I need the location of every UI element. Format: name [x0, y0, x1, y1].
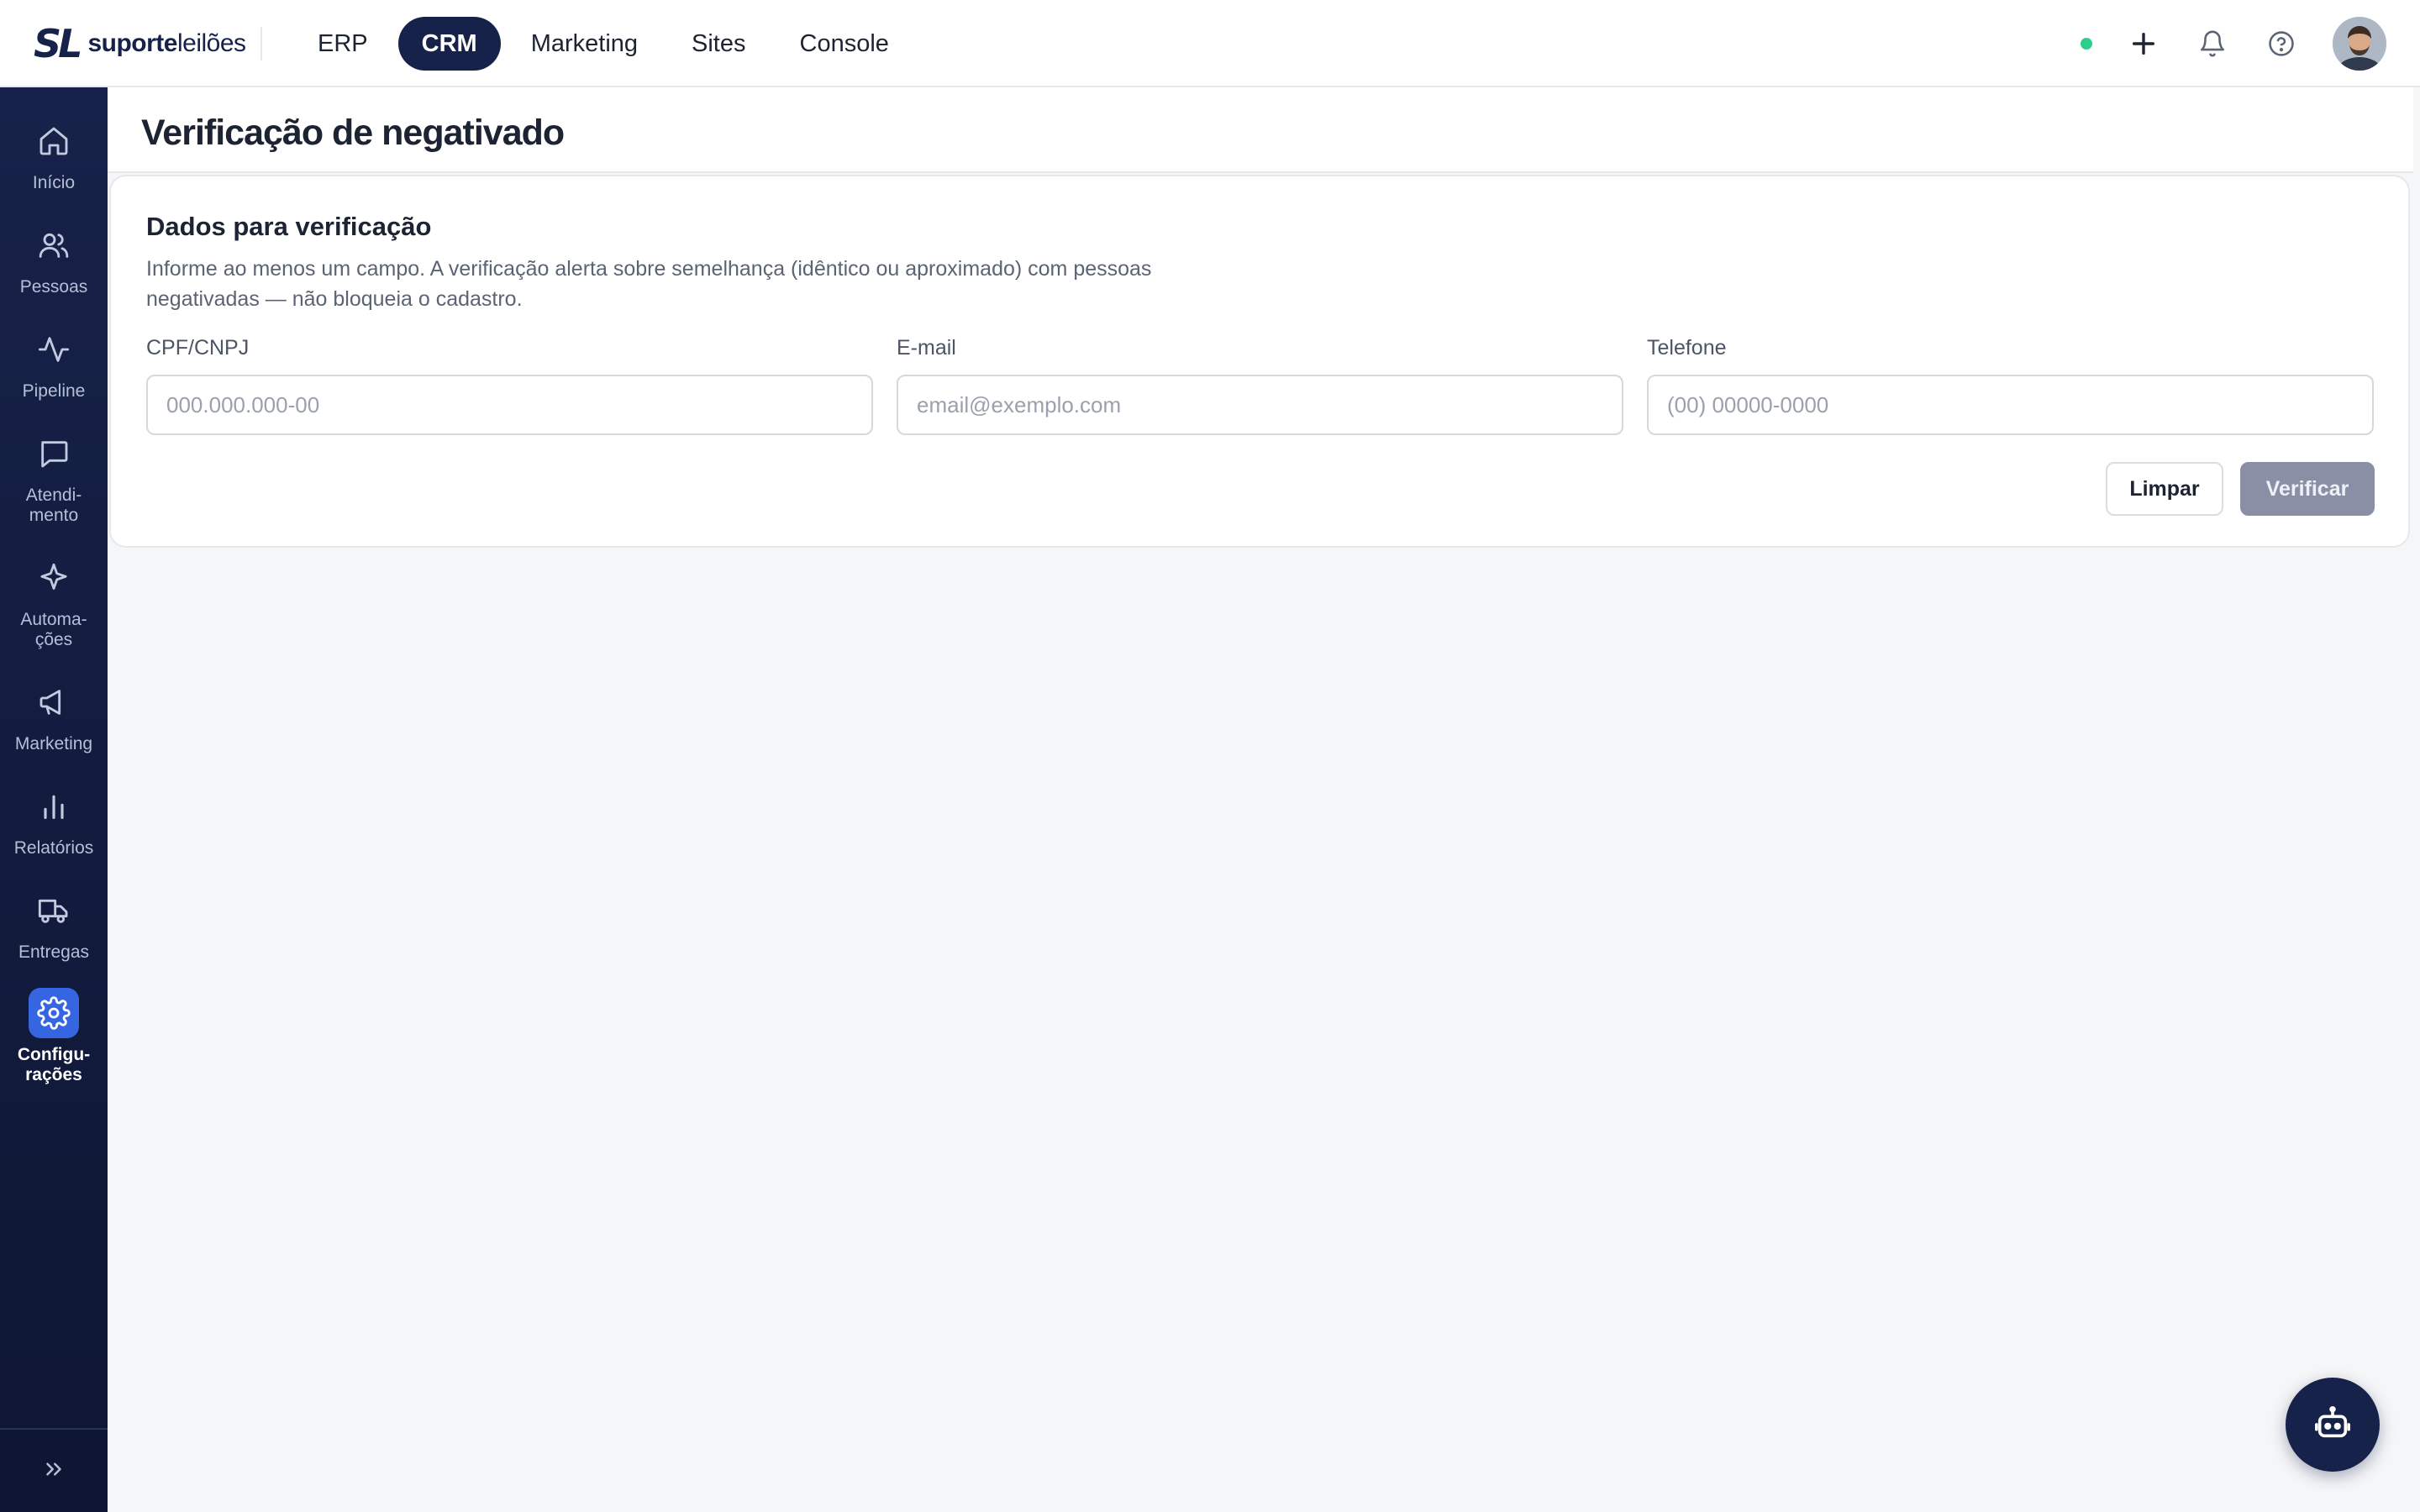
top-nav-marketing[interactable]: Marketing [508, 17, 661, 71]
avatar[interactable] [2333, 17, 2386, 71]
sidebar-label: Marketing [14, 734, 93, 753]
email-label: E-mail [897, 336, 956, 360]
chevrons-right-icon [41, 1457, 66, 1486]
phone-field: Telefone [1647, 336, 2374, 435]
top-nav-console[interactable]: Console [776, 17, 913, 71]
sparkle-icon [29, 553, 79, 603]
sidebar-label: Configu- rações [17, 1045, 91, 1084]
help-icon[interactable] [2264, 26, 2299, 61]
sidebar-item-pessoas[interactable]: Pessoas [0, 220, 108, 297]
card-description: Informe ao menos um campo. A verificação… [146, 257, 1152, 311]
home-icon [29, 116, 79, 166]
bar-chart-icon [29, 781, 79, 832]
sidebar-collapse-button[interactable] [0, 1428, 108, 1512]
phone-label: Telefone [1647, 336, 1727, 360]
page-header: Verificação de negativado [108, 87, 2413, 173]
sidebar-label: Entregas [18, 942, 90, 962]
sidebar-item-pipeline[interactable]: Pipeline [0, 324, 108, 402]
sidebar-item-entregas[interactable]: Entregas [0, 885, 108, 963]
card-title: Dados para verificação [146, 212, 432, 241]
top-divider [260, 27, 262, 60]
top-bar: SL suporteleilões ERP CRM Marketing Site… [0, 0, 2420, 87]
top-nav-sites[interactable]: Sites [668, 17, 769, 71]
brand-logo[interactable]: SL suporteleilões [34, 24, 246, 64]
brand-mark: SL [34, 21, 82, 66]
assistant-fab-button[interactable] [2286, 1378, 2380, 1472]
bell-icon[interactable] [2195, 26, 2230, 61]
top-nav-crm[interactable]: CRM [397, 17, 501, 71]
sidebar: Início Pessoas Pipeline Atendi- mento Au… [0, 87, 108, 1512]
clear-button[interactable]: Limpar [2106, 462, 2223, 516]
verify-button[interactable]: Verificar [2240, 462, 2375, 516]
message-icon [29, 428, 79, 479]
sidebar-item-atendimento[interactable]: Atendi- mento [0, 428, 108, 526]
plus-icon[interactable] [2126, 26, 2161, 61]
sidebar-item-configuracoes[interactable]: Configu- rações [0, 988, 108, 1085]
cpf-label: CPF/CNPJ [146, 336, 250, 360]
brand-name: suporteleilões [87, 29, 246, 57]
top-nav-erp[interactable]: ERP [294, 17, 392, 71]
truck-icon [29, 885, 79, 936]
sidebar-item-marketing[interactable]: Marketing [0, 677, 108, 754]
email-input[interactable] [897, 375, 1623, 435]
sidebar-label: Automa- ções [20, 610, 87, 649]
top-actions [2081, 17, 2386, 71]
sidebar-item-inicio[interactable]: Início [0, 116, 108, 193]
sidebar-label: Pessoas [19, 277, 88, 297]
users-icon [29, 220, 79, 270]
bot-icon [2313, 1404, 2352, 1446]
sidebar-label: Relatórios [13, 838, 94, 858]
email-field: E-mail [897, 336, 1623, 435]
cpf-field: CPF/CNPJ [146, 336, 873, 435]
sidebar-item-relatorios[interactable]: Relatórios [0, 781, 108, 858]
sidebar-label: Início [32, 173, 76, 192]
gear-icon [29, 988, 79, 1038]
sidebar-item-automacoes[interactable]: Automa- ções [0, 553, 108, 650]
cpf-input[interactable] [146, 375, 873, 435]
page-title: Verificação de negativado [141, 113, 565, 153]
top-nav: ERP CRM Marketing Sites Console [294, 17, 913, 71]
sidebar-label: Pipeline [22, 381, 86, 401]
activity-icon [29, 324, 79, 375]
verification-card: Dados para verificação Informe ao menos … [109, 175, 2410, 548]
megaphone-icon [29, 677, 79, 727]
sidebar-label: Atendi- mento [25, 486, 82, 525]
online-status-dot [2081, 38, 2092, 50]
phone-input[interactable] [1647, 375, 2374, 435]
